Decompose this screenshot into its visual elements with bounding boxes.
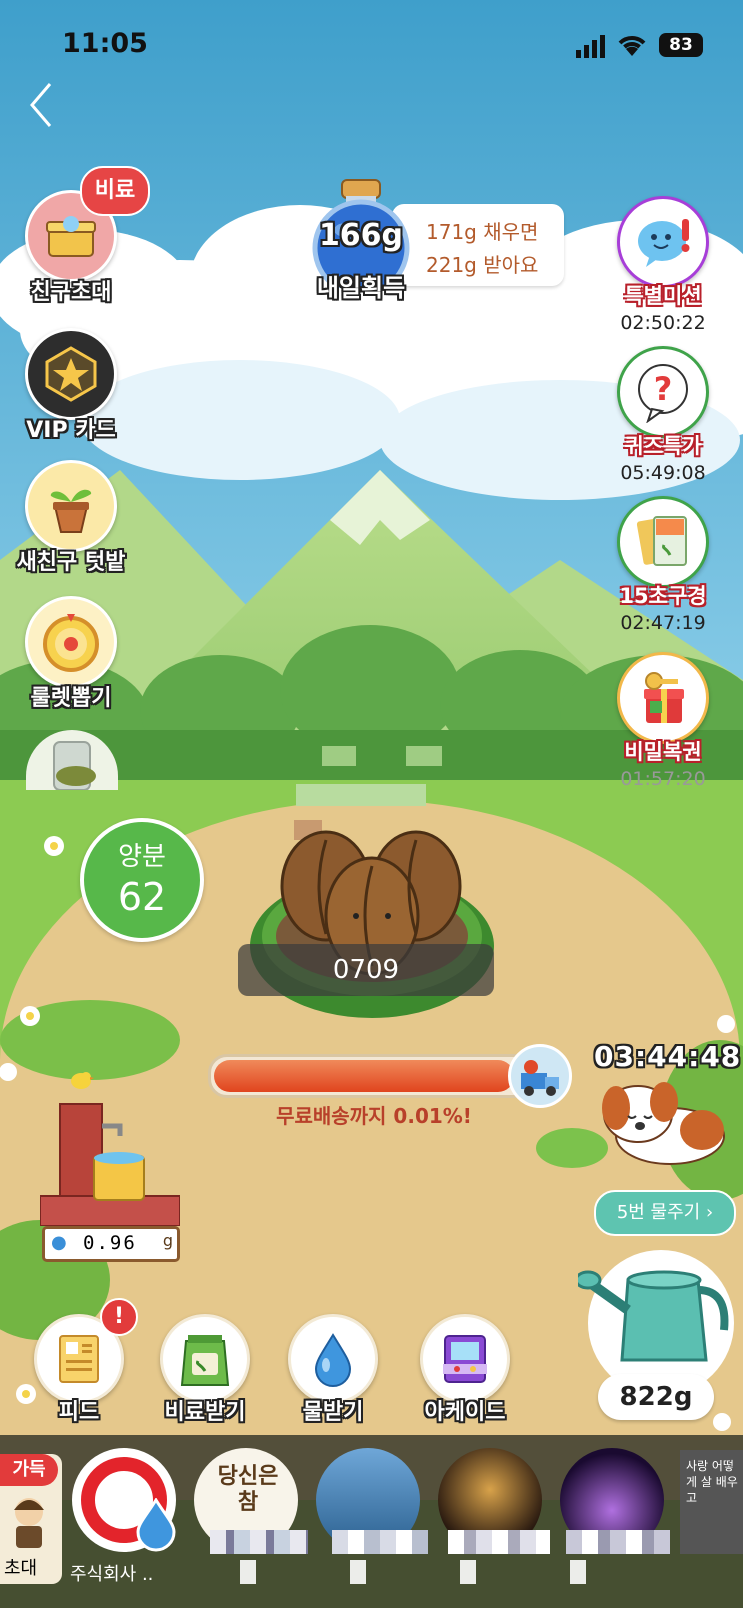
gift-chest-icon [46,216,96,257]
invite-friends-button[interactable]: 비료 친구초대 [6,166,150,306]
key-giftbox-icon [644,672,684,723]
chick-icon [71,1072,94,1089]
water-drop-overlay-icon [136,1498,176,1552]
censored-text-bar [240,1560,650,1584]
special-mission-timer: 02:50:22 [620,312,706,334]
jar-amount: 166g [318,218,404,253]
invite-story-item[interactable]: 가득 초대 [0,1454,62,1584]
coffee-bean-crop[interactable]: 0709 [238,826,498,1036]
roulette-button[interactable]: 룰렛뽑기 [6,596,136,712]
water-five-times-button[interactable]: 5번 물주기 › [594,1190,736,1236]
seed-packet-icon [636,516,687,566]
secret-lottery-timer: 01:57:20 [620,768,706,790]
fifteen-sec-view-label: 15초구경 [619,584,707,608]
feed-alert-badge: ! [100,1298,138,1336]
battery-indicator: 83 [659,33,703,57]
character-icon [14,1498,44,1548]
progress-fill [214,1060,514,1092]
get-water-label: 물받기 [302,1400,364,1425]
story-item-6[interactable]: 사랑 어떻게 살 배우고 [680,1450,743,1554]
chevron-right-icon: › [705,1202,714,1223]
tip-line-1: 171g 채우면 [426,220,539,244]
progress-text: 무료배송까지 0.01%! [276,1104,472,1128]
jar-label: 내일획득 [316,274,406,302]
new-friend-garden-button[interactable]: 새친구 텃밭 [6,460,136,576]
story-text: 당신은 참 [217,1464,279,1515]
story-text-2: 사랑 어떻게 살 배우고 [686,1459,738,1505]
water-drop-small-icon: ● [51,1232,67,1253]
roulette-icon [43,614,99,672]
delivery-truck-icon [508,1044,572,1108]
invite-story-label: 초대 [4,1558,38,1579]
special-mission-button[interactable]: 특별미션 02:50:22 [598,196,728,334]
brick-well-icon [39,1103,181,1227]
get-water-button[interactable]: 물받기 [278,1314,388,1426]
water-amount-box: ● 0.96 g [42,1226,180,1262]
nutrient-indicator[interactable]: 양분 62 [80,818,204,942]
quiz-deal-timer: 05:49:08 [620,462,706,484]
get-fertilizer-button[interactable]: 비료받기 [150,1314,260,1426]
water-button-label: 5번 물주기 [616,1202,701,1223]
question-bubble-icon: ? [638,364,688,423]
chevron-left-icon [30,83,52,127]
water-drop-icon [314,1333,352,1387]
farm-game-scene: 11:05 83 171g 채우면 221g 받아요 166g 내일획득 비료 … [0,0,743,1608]
fifteen-sec-view-button[interactable]: 15초구경 02:47:19 [598,496,728,634]
invite-friends-label: 친구초대 [30,280,112,305]
chat-face-icon [638,219,690,267]
arcade-button[interactable]: 아케이드 [410,1314,520,1426]
fertilizer-jar[interactable]: 166g 내일획득 [306,178,416,302]
censored-text-bar [566,1530,670,1554]
crop-code: 0709 [238,944,494,996]
nutrient-label: 양분 [118,842,166,872]
wifi-icon [616,32,648,62]
star-badge-icon [45,346,97,402]
fertilizer-badge: 비료 [80,166,150,216]
water-amount: 0.96 [83,1232,137,1254]
water-unit: g [162,1231,173,1250]
special-mission-label: 특별미션 [624,284,702,308]
company-story-label: 주식회사 .. [70,1564,154,1585]
back-button[interactable] [26,80,56,134]
watering-can-icon [578,1270,729,1362]
censored-block [322,746,356,766]
censored-text-bar [210,1530,308,1554]
fertilizer-bag-icon [180,1335,230,1386]
vip-card-button[interactable]: VIP 카드 [6,328,136,444]
tip-line-2: 221g 받아요 [426,253,539,277]
delivery-progress-bar [208,1054,542,1098]
censored-text-bar [448,1530,550,1554]
arcade-icon [443,1335,487,1383]
plant-pot-icon [50,489,92,533]
svg-text:?: ? [654,370,673,408]
invite-story-badge: 가득 [0,1454,58,1486]
feed-icon [59,1335,99,1383]
arcade-label: 아케이드 [424,1400,506,1425]
censored-text-bar [332,1530,428,1554]
cellular-signal-icon [576,34,608,62]
new-friend-garden-label: 새친구 텃밭 [16,550,126,575]
sleeping-dog[interactable] [590,1074,730,1166]
feed-button[interactable]: ! 피드 [24,1298,138,1426]
fifteen-sec-view-timer: 02:47:19 [620,612,706,634]
water-well[interactable]: ● 0.96 g [39,1072,181,1262]
watering-can-button[interactable]: 822g [578,1240,738,1426]
censored-block [406,746,442,766]
feed-label: 피드 [58,1400,100,1425]
roulette-label: 룰렛뽑기 [30,686,112,711]
secret-lottery-label: 비밀복권 [624,740,702,764]
vip-card-label: VIP 카드 [26,418,116,443]
dog-timer: 03:44:48 [594,1040,742,1073]
secret-lottery-button[interactable]: 비밀복권 01:57:20 [598,652,728,790]
quiz-deal-label: 퀴즈특가 [624,434,702,458]
nutrient-value: 62 [117,875,167,919]
watering-can-amount: 822g [598,1374,714,1420]
get-fertilizer-label: 비료받기 [164,1400,246,1425]
quiz-deal-button[interactable]: ? 퀴즈특가 05:49:08 [598,346,728,484]
status-time: 11:05 [62,28,148,59]
dog-icon [602,1082,725,1165]
censored-block [296,784,426,806]
coffee-bean-plant-icon [250,830,494,1018]
